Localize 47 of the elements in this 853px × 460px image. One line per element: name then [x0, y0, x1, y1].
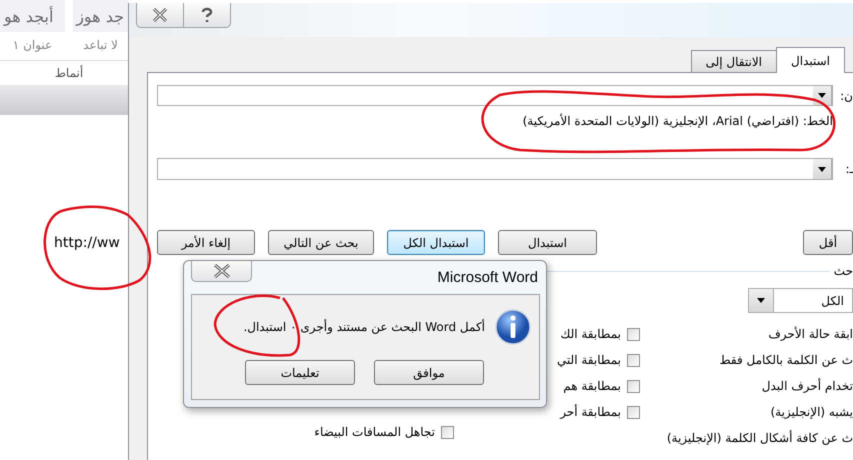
- help-icon: [201, 7, 213, 23]
- message-text: أكمل Word البحث عن مستند وأجرى ٠ استبدال.: [243, 320, 485, 334]
- option-label: ث عن كافة أشكال الكلمة (الإنجليزية): [666, 431, 853, 445]
- caret-icon: [757, 298, 765, 303]
- style-name: لا تباعد: [83, 38, 118, 52]
- option-label: يشبه (الإنجليزية): [770, 405, 853, 419]
- dialog-button[interactable]: إلغاء الأمر: [157, 230, 255, 255]
- search-dropdown[interactable]: الكل: [748, 288, 853, 313]
- message-button[interactable]: تعليمات: [245, 360, 355, 385]
- style-name: عنوان ١: [12, 38, 52, 52]
- style-gallery-item[interactable]: أبجد هو: [0, 0, 65, 32]
- option-label: بمطابقة الك: [560, 327, 621, 341]
- find-field[interactable]: [157, 85, 833, 106]
- replace-field[interactable]: [157, 158, 833, 180]
- option-label: بمطابقة أحر: [560, 405, 621, 419]
- option-label: ابقة حالة الأحرف: [768, 327, 853, 341]
- find-label: ن:: [839, 88, 853, 102]
- tab[interactable]: استبدال: [776, 47, 845, 73]
- info-icon: [495, 309, 531, 345]
- dialog-button[interactable]: استبدال الكل: [387, 230, 485, 255]
- checkbox[interactable]: [627, 328, 640, 340]
- caret-icon: [818, 166, 826, 172]
- checkbox[interactable]: [627, 406, 640, 418]
- checkbox[interactable]: [627, 354, 640, 366]
- close-icon: [212, 264, 230, 278]
- format-text: الخط: (افتراضي) Arial، الإنجليزية (الولايات المتحدة الأمريكية): [522, 114, 834, 128]
- checkbox[interactable]: [627, 380, 640, 392]
- less-button[interactable]: أقل: [803, 230, 853, 255]
- tab[interactable]: الانتقال إلى: [690, 50, 778, 72]
- dialog-button[interactable]: بحث عن التالي: [268, 230, 374, 255]
- message-title: Microsoft Word: [437, 269, 538, 286]
- message-button[interactable]: موافق: [374, 360, 484, 385]
- close-button[interactable]: [191, 261, 252, 282]
- option-label: بمطابقة هم: [563, 379, 621, 393]
- option-label: ث عن الكلمة بالكامل فقط: [720, 353, 853, 367]
- style-gallery-item[interactable]: جد هوز: [73, 0, 128, 32]
- option-label: تخدام أحرف البدل: [762, 379, 853, 393]
- caret-icon: [818, 93, 826, 98]
- group-label: أنماط: [54, 66, 84, 80]
- dialog-button[interactable]: استبدال: [498, 230, 597, 255]
- option-label: تجاهل المسافات البيضاء: [314, 425, 435, 439]
- group-label: حث: [834, 264, 853, 278]
- close-icon: [152, 8, 168, 22]
- document-text: http://ww: [54, 235, 120, 251]
- option-label: بمطابقة التي: [556, 353, 621, 367]
- checkbox[interactable]: [441, 426, 454, 438]
- replace-label: ـ:: [844, 162, 853, 176]
